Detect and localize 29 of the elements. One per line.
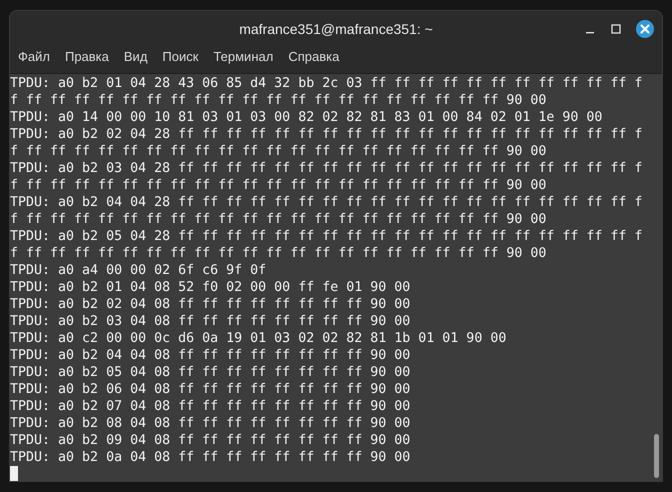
menu-item[interactable]: Поиск [162, 47, 198, 66]
terminal-line: TPDU: a0 b2 0a 04 08 ff ff ff ff ff ff ff ff 90 00 [10, 449, 412, 466]
scrollbar-thumb[interactable] [654, 434, 659, 478]
terminal-line: TPDU: a0 14 00 00 10 81 03 01 03 00 82 02 82 81 83 01 00 84 02 01 1e 90 00 [10, 109, 604, 126]
maximize-icon[interactable] [610, 23, 622, 35]
menu-item[interactable]: Правка [64, 47, 109, 66]
terminal-line: TPDU: a0 b2 04 04 28 ff ff ff ff ff ff ff ff ff ff ff ff ff ff ff ff ff ff ff ff ff ff ff ff ff ff ff ff ff ff ff ff ff ff ff ff ff ff ff ff 90 00 [10, 194, 644, 228]
menu-item[interactable]: Терминал [213, 47, 274, 66]
window-title: mafrance351@mafrance351: ~ [239, 20, 433, 38]
terminal-line: TPDU: a0 b2 02 04 08 ff ff ff ff ff ff ff ff 90 00 [10, 296, 412, 313]
terminal-line: TPDU: a0 b2 05 04 08 ff ff ff ff ff ff ff ff 90 00 [10, 364, 412, 381]
terminal-line: TPDU: a0 b2 03 04 08 ff ff ff ff ff ff ff ff 90 00 [10, 313, 412, 330]
close-icon[interactable] [636, 20, 654, 38]
terminal-line: TPDU: a0 a4 00 00 02 6f c6 9f 0f [10, 262, 268, 279]
terminal-line: TPDU: a0 b2 08 04 08 ff ff ff ff ff ff ff ff 90 00 [10, 415, 412, 432]
terminal-line: TPDU: a0 b2 01 04 28 43 06 85 d4 32 bb 2c 03 ff ff ff ff ff ff ff ff ff ff ff ff ff ff ff ff ff ff ff ff ff ff ff ff ff ff ff ff ff ff ff ff 90 00 [10, 75, 644, 109]
terminal-line: TPDU: a0 c2 00 00 0c d6 0a 19 01 03 02 02 82 81 1b 01 01 90 00 [10, 330, 508, 347]
terminal-line: TPDU: a0 b2 04 04 08 ff ff ff ff ff ff ff ff 90 00 [10, 347, 412, 364]
terminal-line: TPDU: a0 b2 01 04 08 52 f0 02 00 00 ff fe 01 90 00 [10, 279, 412, 296]
menu-item[interactable]: Файл [18, 47, 50, 66]
terminal-line: TPDU: a0 b2 03 04 28 ff ff ff ff ff ff ff ff ff ff ff ff ff ff ff ff ff ff ff ff ff ff ff ff ff ff ff ff ff ff ff ff ff ff ff ff ff ff ff ff 90 00 [10, 160, 644, 194]
menu-item[interactable]: Справка [288, 47, 340, 66]
terminal-line: TPDU: a0 b2 09 04 08 ff ff ff ff ff ff ff ff 90 00 [10, 432, 412, 449]
terminal-line: TPDU: a0 b2 06 04 08 ff ff ff ff ff ff ff ff 90 00 [10, 381, 412, 398]
terminal-line: TPDU: a0 b2 02 04 28 ff ff ff ff ff ff ff ff ff ff ff ff ff ff ff ff ff ff ff ff ff ff ff ff ff ff ff ff ff ff ff ff ff ff ff ff ff ff ff ff 90 00 [10, 126, 644, 160]
terminal-line: TPDU: a0 b2 07 04 08 ff ff ff ff ff ff ff ff 90 00 [10, 398, 412, 415]
menu-item[interactable]: Вид [124, 47, 148, 66]
cursor [10, 466, 18, 481]
terminal-line: TPDU: a0 b2 05 04 28 ff ff ff ff ff ff ff ff ff ff ff ff ff ff ff ff ff ff ff ff ff ff ff ff ff ff ff ff ff ff ff ff ff ff ff ff ff ff ff ff 90 00 [10, 228, 644, 262]
